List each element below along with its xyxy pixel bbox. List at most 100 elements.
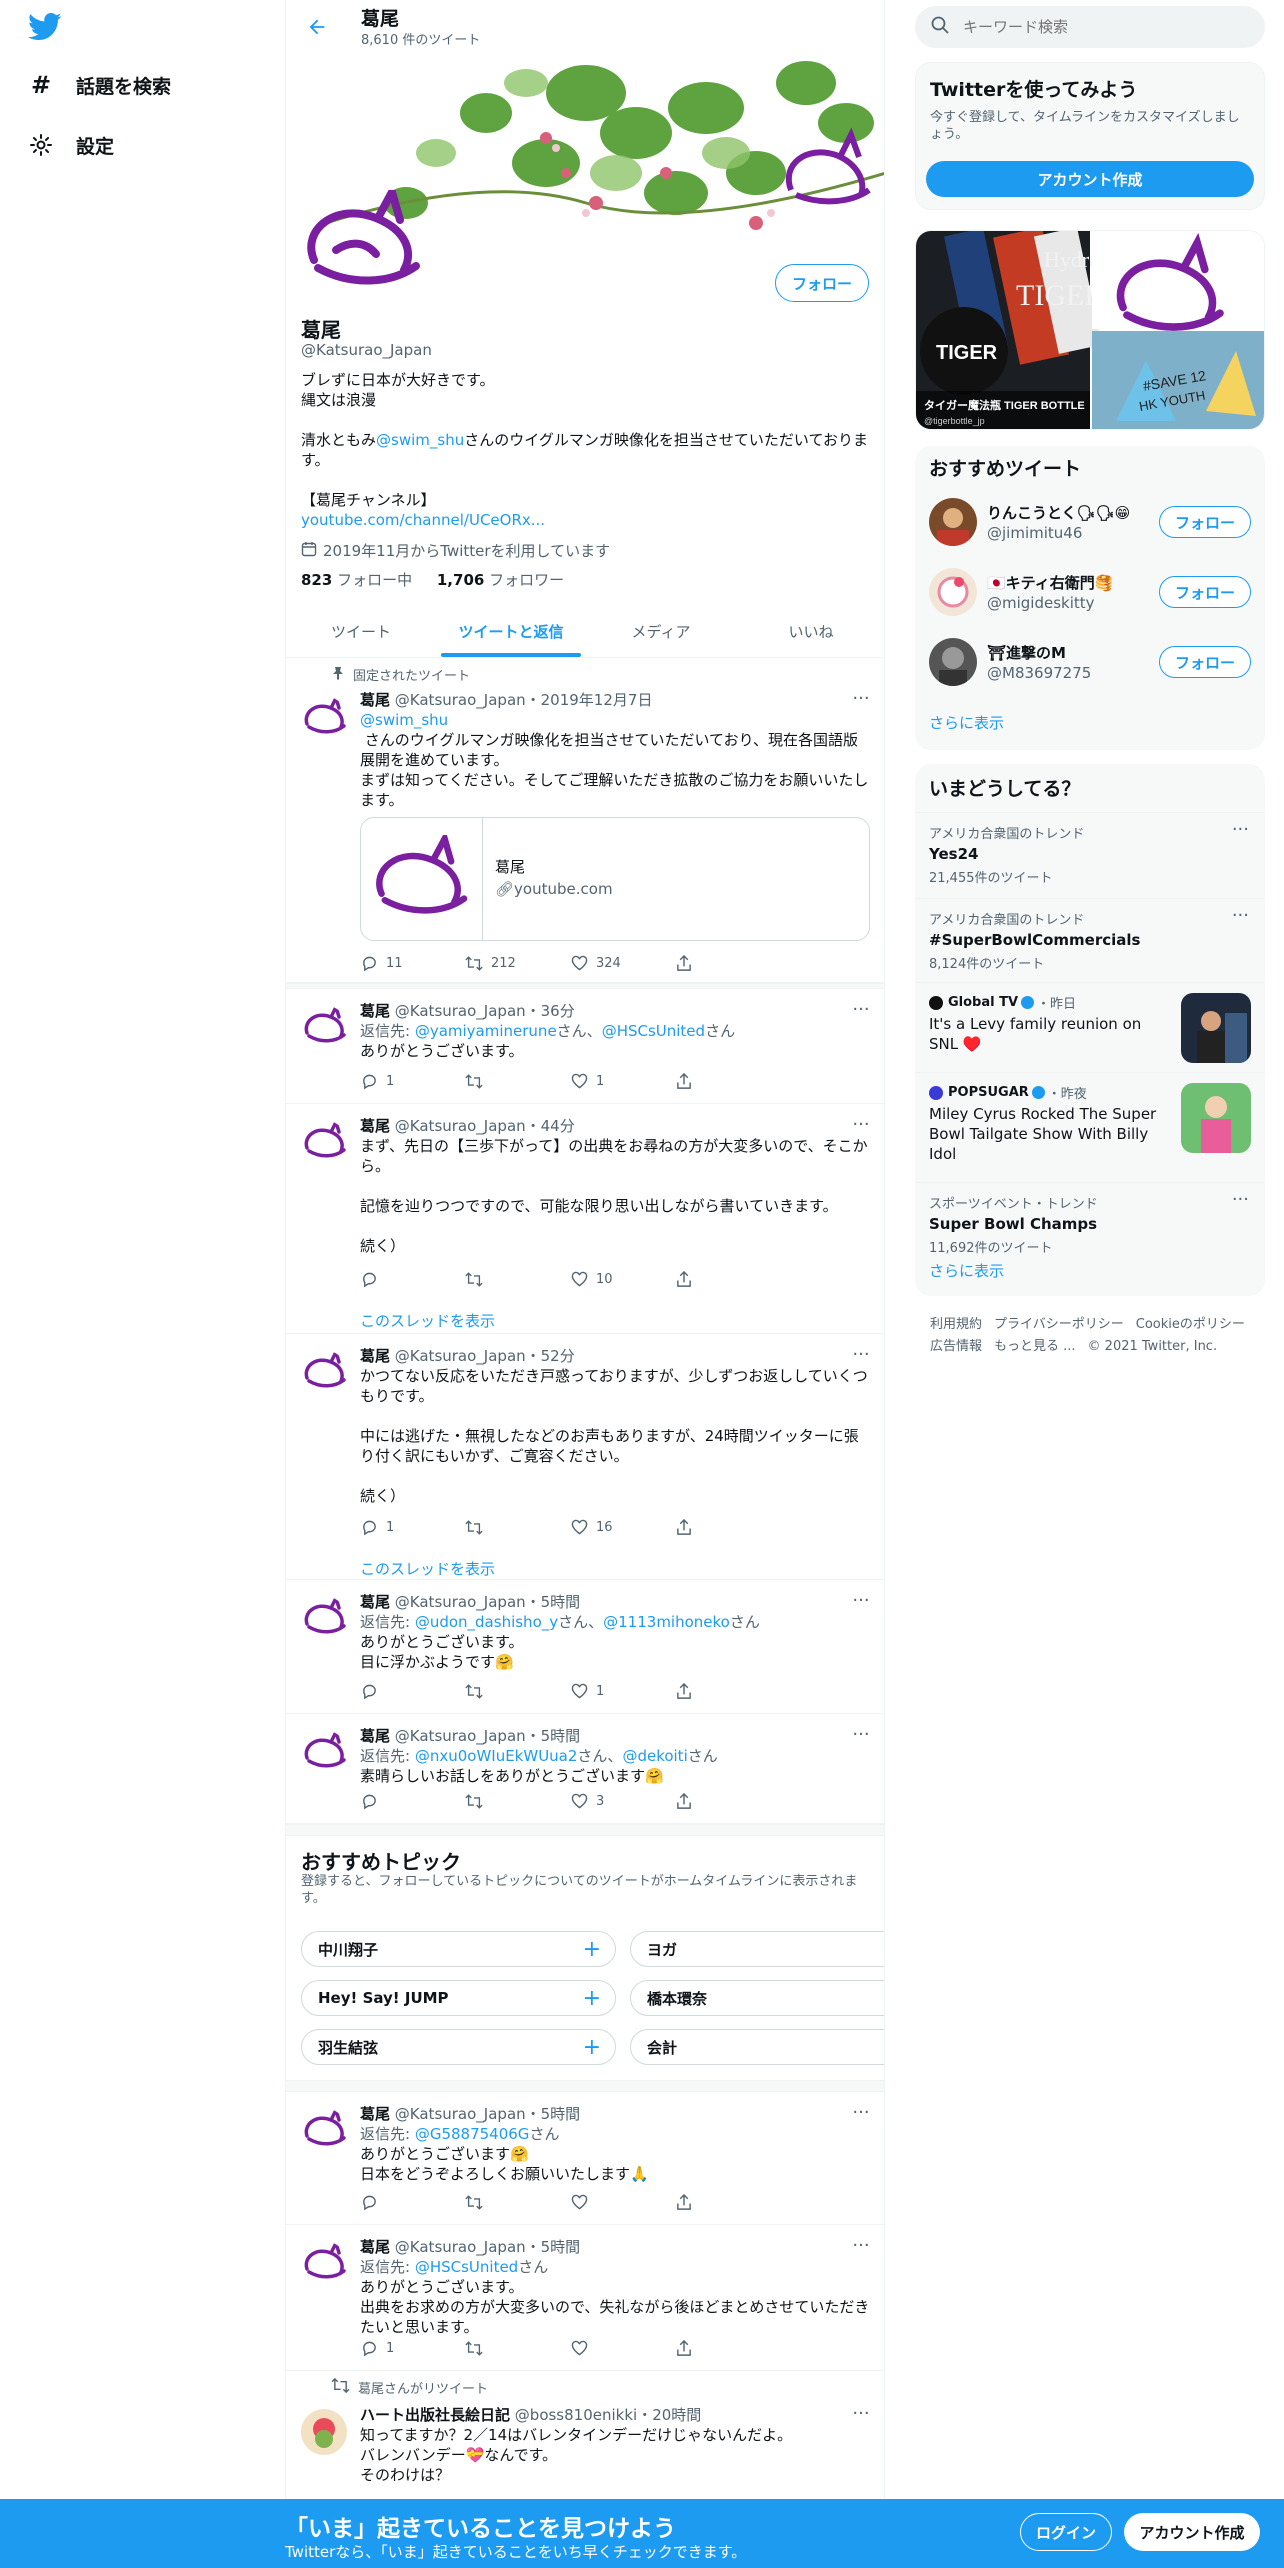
suggested-user[interactable]: ⛩進撃のM @M83697275 フォロー <box>915 626 1265 696</box>
tweet-avatar[interactable] <box>301 1120 347 1166</box>
trend-item[interactable]: アメリカ合衆国のトレンド #SuperBowlCommercials 8,124… <box>915 898 1265 982</box>
retweet-button[interactable] <box>465 1072 570 1090</box>
tweet-avatar[interactable] <box>301 1730 347 1776</box>
like-button[interactable] <box>570 2193 675 2211</box>
tab-tweets[interactable]: ツイート <box>286 605 436 657</box>
avatar[interactable] <box>929 568 977 616</box>
mention-link[interactable]: @udon_dashisho_y <box>415 1613 558 1631</box>
trend-item[interactable]: アメリカ合衆国のトレンド Yes24 21,455件のツイート ··· <box>915 812 1265 898</box>
search-box[interactable] <box>915 6 1265 48</box>
like-button[interactable]: 3 <box>570 1792 675 1810</box>
plus-icon[interactable]: + <box>583 1986 601 2011</box>
tab-tweets-and-replies[interactable]: ツイートと返信 <box>436 605 586 657</box>
tweet-avatar[interactable] <box>301 2108 347 2154</box>
tweet-author-name[interactable]: 葛尾 <box>360 2238 390 2256</box>
tweet-avatar[interactable] <box>301 1350 347 1396</box>
tweet[interactable]: ··· 葛尾 @Katsurao_Japan・5時間 返信先: @HSCsUnite… <box>286 2225 884 2371</box>
topic-chip[interactable]: ヨガ <box>630 1931 884 1967</box>
retweet-button[interactable] <box>465 1518 570 1536</box>
show-thread-link[interactable]: このスレッドを表示 <box>360 1558 495 1579</box>
footer-link[interactable]: 広告情報 <box>930 1339 982 1354</box>
show-thread-link[interactable]: このスレッドを表示 <box>360 1310 495 1331</box>
like-button[interactable]: 324 <box>570 954 675 972</box>
follow-button[interactable]: フォロー <box>1159 646 1251 678</box>
tweet-author-name[interactable]: 葛尾 <box>360 1347 390 1365</box>
tweet-author-name[interactable]: 葛尾 <box>360 2105 390 2123</box>
link-card[interactable]: 葛尾 🔗︎youtube.com <box>360 817 870 941</box>
tweet-author-name[interactable]: 葛尾 <box>360 1593 390 1611</box>
reply-button[interactable]: 1 <box>360 1518 465 1536</box>
show-more-link[interactable]: さらに表示 <box>929 1260 1004 1281</box>
topic-chip[interactable]: Hey! Say! JUMP + <box>301 1980 616 2016</box>
reply-button[interactable]: 11 <box>360 954 465 972</box>
back-arrow-icon[interactable] <box>302 12 332 42</box>
tweet[interactable]: ··· 葛尾 @Katsurao_Japan・5時間 返信先: @G58875406… <box>286 2092 884 2225</box>
mention-link[interactable]: @G58875406G <box>415 2125 530 2143</box>
suggested-user[interactable]: 🇯🇵キティ右衛門🥞 @migideskitty フォロー <box>915 556 1265 626</box>
plus-icon[interactable]: + <box>583 1937 601 1962</box>
like-button[interactable]: 16 <box>570 1518 675 1536</box>
tweet[interactable]: 葛尾さんがリツイート ··· ハート出版社長絵日記 @boss810enikki・2… <box>286 2371 884 2501</box>
topic-chip[interactable]: 中川翔子 + <box>301 1931 616 1967</box>
tweet[interactable]: ··· 葛尾 @Katsurao_Japan・52分 かつてない反応をいただき戸惑っ… <box>286 1334 884 1580</box>
like-button[interactable]: 10 <box>570 1270 675 1288</box>
share-button[interactable] <box>675 1682 780 1700</box>
media-grid[interactable]: Hydrate TIGER TIGER タイガー魔法瓶 TIGER BOTTLE… <box>915 230 1265 430</box>
retweet-button[interactable]: 212 <box>465 954 570 972</box>
tweet-author-name[interactable]: 葛尾 <box>360 1727 390 1745</box>
nav-explore[interactable]: # 話題を検索 <box>28 65 171 105</box>
like-button[interactable]: 1 <box>570 1682 675 1700</box>
tweet-handle-time[interactable]: @Katsurao_Japan・5時間 <box>395 1593 580 1611</box>
signup-button[interactable]: アカウント作成 <box>1124 2513 1260 2551</box>
following-link[interactable]: 823 フォロー中 <box>301 571 412 589</box>
trend-item[interactable]: POPSUGAR ・昨夜 Miley Cyrus Rocked The Super… <box>915 1072 1265 1182</box>
login-button[interactable]: ログイン <box>1020 2513 1112 2551</box>
tweet[interactable]: ··· 葛尾 @Katsurao_Japan・36分 返信先: @yamiyamin… <box>286 989 884 1104</box>
more-options-icon[interactable]: ··· <box>1232 1189 1249 1210</box>
twitter-logo-icon[interactable] <box>28 12 62 42</box>
search-input[interactable] <box>963 18 1223 36</box>
retweet-button[interactable] <box>465 2339 570 2357</box>
avatar[interactable] <box>929 638 977 686</box>
footer-link[interactable]: Cookieのポリシー <box>1136 1317 1245 1332</box>
more-options-icon[interactable]: ··· <box>1232 905 1249 926</box>
follow-button[interactable]: フォロー <box>1159 576 1251 608</box>
tweet-handle-time[interactable]: @Katsurao_Japan・2019年12月7日 <box>395 691 653 709</box>
share-button[interactable] <box>675 1792 780 1810</box>
tweet-handle-time[interactable]: @Katsurao_Japan・5時間 <box>395 1727 580 1745</box>
reply-button[interactable] <box>360 2193 465 2211</box>
retweet-button[interactable] <box>465 1792 570 1810</box>
suggested-user[interactable]: りんこうとく🗣🗣😁 @jimimitu46 フォロー <box>915 486 1265 556</box>
reply-button[interactable]: 1 <box>360 1072 465 1090</box>
tweet-handle-time[interactable]: @Katsurao_Japan・44分 <box>395 1117 575 1135</box>
tweet-author-name[interactable]: 葛尾 <box>360 691 390 709</box>
tweet-author-name[interactable]: 葛尾 <box>360 1002 390 1020</box>
mention-link[interactable]: @HSCsUnited <box>602 1022 705 1040</box>
trend-item[interactable]: スポーツイベント・トレンド Super Bowl Champs 11,692件の… <box>915 1182 1265 1266</box>
tweet[interactable]: ··· 葛尾 @Katsurao_Japan・5時間 返信先: @nxu0oWIuE… <box>286 1714 884 1824</box>
bio-mention-link[interactable]: @swim_shu <box>376 431 464 449</box>
trend-item[interactable]: Global TV ・昨日 It's a Levy family reunion … <box>915 982 1265 1072</box>
tweet-handle-time[interactable]: @Katsurao_Japan・36分 <box>395 1002 575 1020</box>
more-options-icon[interactable]: ··· <box>1232 819 1249 840</box>
footer-link[interactable]: もっと見る ... <box>994 1339 1076 1354</box>
like-button[interactable]: 1 <box>570 1072 675 1090</box>
retweet-button[interactable] <box>465 1270 570 1288</box>
tweet-avatar[interactable] <box>301 1005 347 1051</box>
tweet-handle-time[interactable]: @boss810enikki・20時間 <box>515 2406 702 2424</box>
share-button[interactable] <box>675 1518 780 1536</box>
retweet-button[interactable] <box>465 2193 570 2211</box>
mention-link[interactable]: @1113mihoneko <box>603 1613 730 1631</box>
plus-icon[interactable]: + <box>583 2035 601 2060</box>
retweet-button[interactable] <box>465 1682 570 1700</box>
tweet-avatar[interactable] <box>301 696 347 742</box>
like-button[interactable] <box>570 2339 675 2357</box>
reply-button[interactable] <box>360 1682 465 1700</box>
bio-channel-link[interactable]: youtube.com/channel/UCeORx... <box>301 511 545 529</box>
tweet-avatar[interactable] <box>301 2409 347 2455</box>
tweet-avatar[interactable] <box>301 2241 347 2287</box>
reply-button[interactable] <box>360 1270 465 1288</box>
share-button[interactable] <box>675 954 780 972</box>
tweet-handle-time[interactable]: @Katsurao_Japan・5時間 <box>395 2238 580 2256</box>
tweet-handle-time[interactable]: @Katsurao_Japan・5時間 <box>395 2105 580 2123</box>
